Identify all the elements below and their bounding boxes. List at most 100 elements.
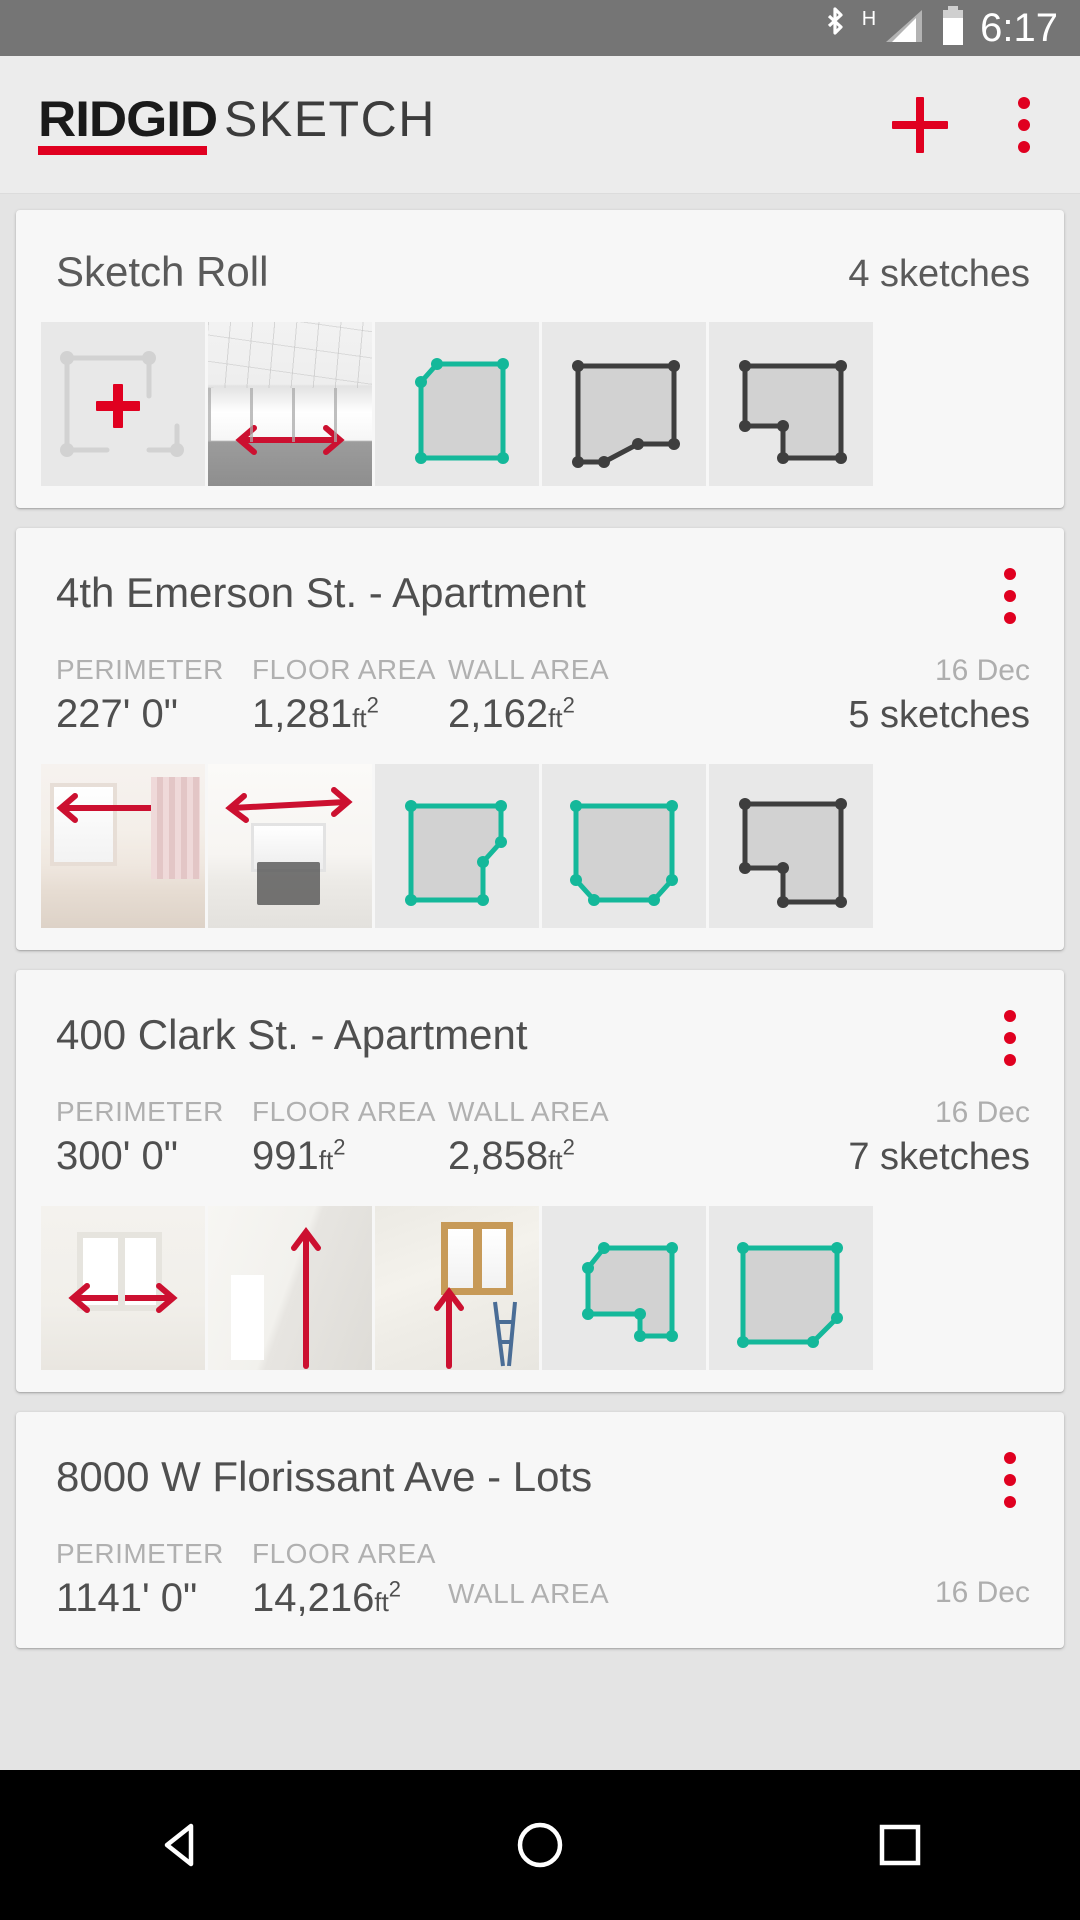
stat-floor-area: FLOOR AREA 1,281ft2 — [252, 654, 448, 734]
project-thumbnails[interactable] — [16, 764, 1064, 950]
signal-icon — [882, 6, 926, 51]
project-overflow-button[interactable] — [990, 1006, 1030, 1070]
brand-underline — [38, 146, 207, 155]
photo-thumbnail[interactable] — [41, 1206, 205, 1370]
sketch-roll-header: Sketch Roll 4 sketches — [16, 210, 1064, 322]
android-nav-bar — [0, 1770, 1080, 1920]
stat-label: WALL AREA — [448, 1578, 610, 1609]
sketch-shape-thumbnail[interactable] — [709, 322, 873, 486]
sketch-shape-thumbnail[interactable] — [542, 322, 706, 486]
overflow-menu-button[interactable] — [1004, 93, 1044, 157]
kebab-dot — [1004, 612, 1016, 624]
project-stats: PERIMETER 300' 0" FLOOR AREA 991ft2 WALL… — [16, 1070, 1064, 1206]
brand-sub: SKETCH — [224, 91, 436, 147]
stat-wall-area: WALL AREA — [448, 1578, 664, 1618]
project-date: 16 Dec — [934, 654, 1030, 687]
status-time: 6:17 — [980, 6, 1058, 50]
project-card[interactable]: 400 Clark St. - Apartment PERIMETER 300'… — [16, 970, 1064, 1392]
stat-label: PERIMETER — [56, 654, 224, 685]
project-list[interactable]: Sketch Roll 4 sketches 4th Emerson St. -… — [0, 194, 1080, 1770]
back-button[interactable] — [120, 1785, 240, 1905]
brand-name: RIDGID — [38, 91, 218, 147]
sketch-shape-thumbnail[interactable] — [709, 764, 873, 928]
stat-value: 300' 0" — [56, 1134, 178, 1178]
sketch-shape-thumbnail[interactable] — [709, 1206, 873, 1370]
stat-perimeter: PERIMETER 300' 0" — [56, 1096, 252, 1176]
kebab-dot — [1004, 590, 1016, 602]
kebab-dot — [1004, 1054, 1016, 1066]
project-overflow-button[interactable] — [990, 1448, 1030, 1512]
stat-value: 991ft2 — [252, 1134, 346, 1178]
app-bar-actions — [892, 93, 1044, 157]
stat-label: FLOOR AREA — [252, 654, 436, 685]
project-header: 4th Emerson St. - Apartment — [16, 528, 1064, 628]
app-bar: RIDGID SKETCH — [0, 56, 1080, 194]
project-header: 8000 W Florissant Ave - Lots — [16, 1412, 1064, 1512]
sketch-roll-thumbnails[interactable] — [16, 322, 1064, 508]
project-date: 16 Dec — [934, 1096, 1030, 1129]
photo-thumbnail[interactable] — [208, 322, 372, 486]
network-type-label: H — [861, 7, 877, 30]
new-sketch-thumbnail[interactable] — [41, 322, 205, 486]
sketch-shape-thumbnail[interactable] — [375, 764, 539, 928]
stat-value: 1,281ft2 — [252, 692, 379, 736]
stat-label: PERIMETER — [56, 1096, 224, 1127]
add-sketch-button[interactable] — [892, 96, 948, 153]
sketch-roll-count: 4 sketches — [848, 253, 1030, 295]
project-meta: 16 Dec 5 sketches — [848, 654, 1030, 734]
project-title: 400 Clark St. - Apartment — [56, 1011, 528, 1058]
sketch-roll-card[interactable]: Sketch Roll 4 sketches — [16, 210, 1064, 508]
kebab-dot — [1018, 118, 1030, 131]
photo-thumbnail[interactable] — [41, 764, 205, 928]
ridgid-wordmark: RIDGID — [38, 94, 218, 155]
photo-thumbnail[interactable] — [375, 1206, 539, 1370]
project-date: 16 Dec — [934, 1576, 1030, 1609]
project-sketch-count: 7 sketches — [848, 1136, 1030, 1178]
stat-label: PERIMETER — [56, 1538, 224, 1569]
kebab-dot — [1004, 1032, 1016, 1044]
stat-value: 2,858ft2 — [448, 1134, 575, 1178]
sketch-roll-title: Sketch Roll — [56, 248, 269, 295]
project-card[interactable]: 4th Emerson St. - Apartment PERIMETER 22… — [16, 528, 1064, 950]
project-stats: PERIMETER 1141' 0" FLOOR AREA 14,216ft2 … — [16, 1512, 1064, 1648]
stat-wall-area: WALL AREA 2,162ft2 — [448, 654, 664, 734]
stat-label: WALL AREA — [448, 1096, 610, 1127]
stat-perimeter: PERIMETER 1141' 0" — [56, 1538, 252, 1618]
kebab-dot — [1018, 140, 1030, 153]
sketch-shape-thumbnail[interactable] — [375, 322, 539, 486]
stat-floor-area: FLOOR AREA 14,216ft2 — [252, 1538, 448, 1618]
app-logo: RIDGID SKETCH — [38, 94, 436, 155]
project-meta: 16 Dec — [935, 1576, 1030, 1618]
photo-thumbnail[interactable] — [208, 764, 372, 928]
photo-thumbnail[interactable] — [208, 1206, 372, 1370]
recents-button[interactable] — [840, 1785, 960, 1905]
project-header: 400 Clark St. - Apartment — [16, 970, 1064, 1070]
kebab-dot — [1004, 1474, 1016, 1486]
bluetooth-icon — [822, 6, 848, 51]
stat-floor-area: FLOOR AREA 991ft2 — [252, 1096, 448, 1176]
stat-label: WALL AREA — [448, 654, 610, 685]
stat-value: 227' 0" — [56, 692, 178, 736]
project-meta: 16 Dec 7 sketches — [848, 1096, 1030, 1176]
kebab-dot — [1018, 96, 1030, 109]
project-title: 8000 W Florissant Ave - Lots — [56, 1453, 593, 1500]
project-overflow-button[interactable] — [990, 564, 1030, 628]
project-thumbnails[interactable] — [16, 1206, 1064, 1392]
kebab-dot — [1004, 568, 1016, 580]
stat-label: FLOOR AREA — [252, 1538, 436, 1569]
stat-value: 1141' 0" — [56, 1576, 198, 1620]
stat-label: FLOOR AREA — [252, 1096, 436, 1127]
home-button[interactable] — [480, 1785, 600, 1905]
sketch-shape-thumbnail[interactable] — [542, 764, 706, 928]
project-card[interactable]: 8000 W Florissant Ave - Lots PERIMETER 1… — [16, 1412, 1064, 1648]
stat-value: 14,216ft2 — [252, 1576, 402, 1620]
stat-value: 2,162ft2 — [448, 692, 575, 736]
project-stats: PERIMETER 227' 0" FLOOR AREA 1,281ft2 WA… — [16, 628, 1064, 764]
kebab-dot — [1004, 1452, 1016, 1464]
status-icons: H — [822, 5, 966, 52]
sketch-shape-thumbnail[interactable] — [542, 1206, 706, 1370]
stat-perimeter: PERIMETER 227' 0" — [56, 654, 252, 734]
project-title: 4th Emerson St. - Apartment — [56, 569, 586, 616]
battery-icon — [940, 5, 966, 52]
stat-wall-area: WALL AREA 2,858ft2 — [448, 1096, 664, 1176]
